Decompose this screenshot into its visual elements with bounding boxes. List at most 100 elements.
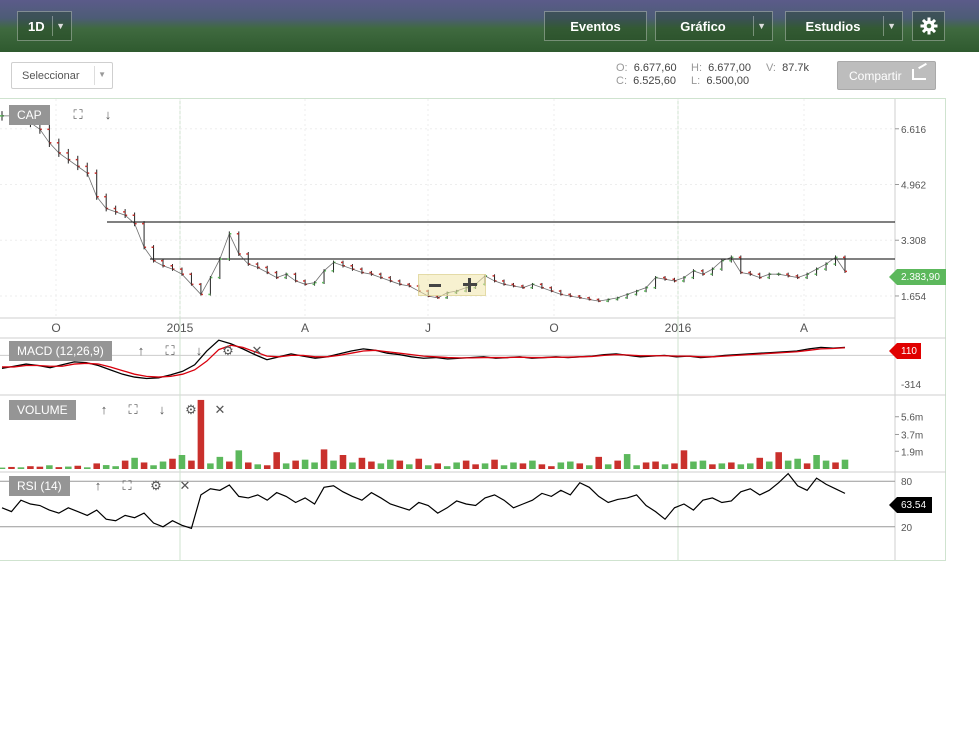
volume-bar: [529, 460, 536, 469]
volume-bar: [690, 461, 697, 469]
zoom-in-icon[interactable]: [463, 278, 477, 292]
volume-bar: [548, 466, 555, 469]
arrow-down-icon[interactable]: ↓: [154, 402, 170, 418]
volume-pane-label[interactable]: VOLUME: [9, 400, 76, 420]
close-icon[interactable]: ✕: [249, 343, 265, 359]
volume-bar: [709, 464, 716, 469]
gear-icon[interactable]: ⚙: [148, 478, 164, 494]
arrow-up-icon[interactable]: ↑: [90, 478, 106, 494]
volume-bar: [358, 457, 366, 469]
y-tick-label: 1.9m: [901, 447, 923, 458]
close-icon[interactable]: ✕: [177, 478, 193, 494]
volume-bar: [500, 465, 508, 469]
volume-bar: [803, 463, 811, 469]
macd-value: 110: [901, 345, 917, 357]
rsi-pane-label[interactable]: RSI (14): [9, 476, 70, 496]
volume-bar: [775, 452, 782, 469]
maximize-icon[interactable]: ⛶: [125, 402, 141, 418]
volume-bar: [737, 464, 745, 469]
volume-bar: [794, 458, 801, 469]
volume-bar: [226, 461, 233, 469]
volume-bar: [188, 460, 195, 469]
y-tick-label: 5.6m: [901, 413, 923, 424]
volume-bar: [718, 463, 726, 469]
volume-bar: [434, 463, 441, 469]
x-tick-label: 2016: [665, 321, 692, 335]
chart-canvas[interactable]: O 2015 A J O 2016 A 6.616 4.962 3.308 1.654 -314 5.6…: [0, 0, 979, 754]
price-pane-title: CAP: [17, 108, 42, 122]
volume-bar: [131, 457, 138, 469]
maximize-icon[interactable]: ⛶: [162, 343, 178, 359]
volume-bar: [671, 463, 678, 469]
volume-bar: [301, 459, 309, 469]
volume-bar: [567, 461, 574, 469]
maximize-icon[interactable]: ⛶: [70, 107, 86, 123]
volume-bar: [263, 465, 271, 469]
y-tick-label: 20: [901, 523, 913, 534]
maximize-icon[interactable]: ⛶: [119, 478, 135, 494]
volume-bar: [112, 466, 119, 469]
y-tick-label: 80: [901, 477, 913, 488]
volume-bar: [680, 450, 688, 469]
volume-bar: [841, 459, 849, 469]
volume-bar: [747, 463, 754, 469]
zoom-out-icon[interactable]: [429, 284, 441, 287]
arrow-down-icon[interactable]: ↓: [191, 343, 207, 359]
gear-icon[interactable]: ⚙: [183, 402, 199, 418]
volume-bar: [728, 462, 735, 469]
volume-bar: [765, 461, 773, 469]
rsi-pane-title: RSI (14): [17, 479, 62, 493]
volume-bar: [472, 464, 479, 469]
volume-bar: [642, 462, 650, 469]
x-tick-label: O: [51, 321, 60, 335]
volume-bar: [17, 467, 25, 469]
x-tick-label: 2015: [167, 321, 194, 335]
last-price-value: 2.383,90: [901, 271, 940, 283]
x-tick-label: A: [301, 321, 309, 335]
close-icon[interactable]: ✕: [212, 402, 228, 418]
y-tick-label: 4.962: [901, 181, 926, 192]
gear-icon[interactable]: ⚙: [220, 343, 236, 359]
volume-bar: [320, 449, 328, 469]
arrow-down-icon[interactable]: ↓: [100, 107, 116, 123]
volume-bar: [387, 459, 394, 469]
volume-bar: [349, 462, 356, 469]
volume-bar: [756, 457, 764, 469]
volume-bar: [623, 454, 631, 469]
zoom-controls: [418, 274, 486, 296]
volume-bar: [83, 467, 91, 469]
volume-bar: [614, 460, 621, 469]
last-price-tag: 2.383,90: [889, 269, 946, 285]
volume-bar: [0, 467, 6, 469]
volume-bar: [510, 462, 517, 469]
volume-bar: [557, 462, 565, 469]
volume-bar: [339, 455, 347, 469]
volume-bar: [254, 464, 262, 469]
arrow-up-icon[interactable]: ↑: [133, 343, 149, 359]
volume-bar: [74, 465, 82, 469]
volume-bar: [604, 464, 612, 469]
volume-bar: [36, 466, 44, 469]
volume-bar: [491, 459, 498, 469]
volume-bar: [699, 460, 707, 469]
price-pane-label[interactable]: CAP: [9, 105, 50, 125]
volume-bar: [519, 463, 527, 469]
volume-bar: [453, 462, 460, 469]
y-tick-label: 3.7m: [901, 430, 923, 441]
volume-bar: [784, 460, 792, 469]
volume-bar: [169, 458, 176, 469]
volume-bar: [396, 460, 404, 469]
volume-bar: [633, 465, 640, 469]
y-tick-label: 1.654: [901, 292, 926, 303]
volume-bar: [65, 466, 72, 469]
volume-bar: [595, 456, 603, 469]
arrow-up-icon[interactable]: ↑: [96, 402, 112, 418]
volume-bar: [443, 466, 451, 469]
macd-pane-label[interactable]: MACD (12,26,9): [9, 341, 112, 361]
volume-bar: [813, 455, 820, 469]
volume-bar: [832, 462, 839, 469]
volume-bar: [216, 456, 224, 469]
volume-bar: [282, 463, 290, 469]
volume-bar: [652, 461, 659, 469]
volume-bar: [121, 460, 129, 469]
